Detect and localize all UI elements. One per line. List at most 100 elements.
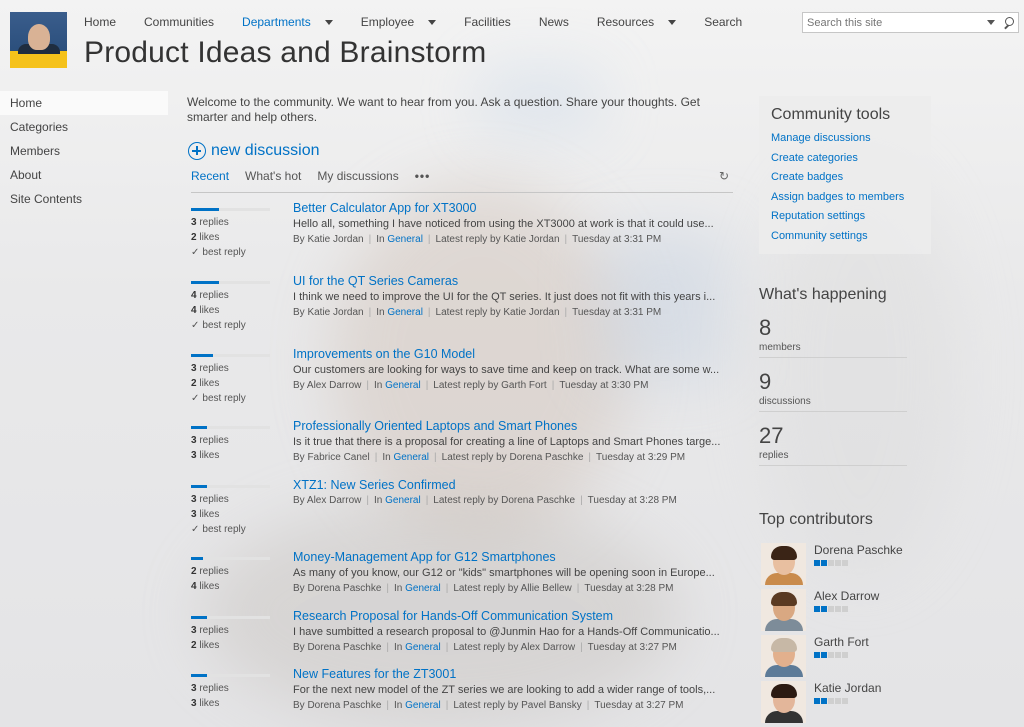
nav-item-search[interactable]: Search (704, 15, 742, 29)
discussion-stats: 4 replies 4 likes ✓ best reply (191, 273, 271, 333)
discussion-title-link[interactable]: Money-Management App for G12 Smartphones (293, 549, 733, 565)
katie-avatar[interactable] (761, 681, 806, 723)
discussion-title-link[interactable]: Research Proposal for Hands-Off Communic… (293, 608, 733, 624)
alex-avatar[interactable] (761, 589, 806, 631)
reputation-pip (835, 560, 841, 566)
stat-discussions: 9 discussions (759, 358, 907, 412)
by-label: By (293, 700, 305, 711)
discussion-title-link[interactable]: New Features for the ZT3001 (293, 666, 733, 682)
more-options-icon[interactable]: ••• (415, 169, 431, 192)
tool-link-community-settings[interactable]: Community settings (771, 227, 919, 247)
search-box[interactable] (802, 12, 1019, 33)
chevron-down-icon[interactable] (668, 19, 677, 25)
reputation-pip (821, 698, 827, 704)
tool-link-create-categories[interactable]: Create categories (771, 149, 919, 169)
latest-reply-author[interactable]: Garth Fort (501, 380, 547, 391)
author-name[interactable]: Dorena Paschke (307, 583, 381, 594)
like-count: 2 likes (191, 638, 271, 653)
garth-avatar[interactable] (761, 635, 806, 677)
search-scope-dropdown-icon[interactable] (987, 20, 995, 25)
contributor-name[interactable]: Garth Fort (814, 635, 869, 649)
tool-link-manage-discussions[interactable]: Manage discussions (771, 129, 919, 149)
author-name[interactable]: Alex Darrow (307, 495, 361, 506)
latest-reply-author[interactable]: Dorena Paschke (501, 495, 575, 506)
contributor-name[interactable]: Dorena Paschke (814, 543, 903, 557)
author-name[interactable]: Dorena Paschke (307, 642, 381, 653)
reply-count-label: replies (199, 494, 229, 505)
leftnav-item-about[interactable]: About (0, 163, 168, 187)
leftnav-item-home[interactable]: Home (0, 91, 168, 115)
chevron-down-icon[interactable] (324, 19, 333, 25)
nav-item-home[interactable]: Home (84, 15, 116, 29)
reputation-pip (828, 652, 834, 658)
dorena-avatar[interactable] (761, 543, 806, 585)
reply-count: 3 replies (191, 433, 271, 448)
by-label: By (293, 642, 305, 653)
discussion-title-link[interactable]: Better Calculator App for XT3000 (293, 200, 733, 216)
latest-reply-author[interactable]: Dorena Paschke (509, 452, 583, 463)
latest-reply-author[interactable]: Allie Bellew (521, 583, 572, 594)
leftnav-item-categories[interactable]: Categories (0, 115, 168, 139)
tool-link-create-badges[interactable]: Create badges (771, 168, 919, 188)
discussion-title-link[interactable]: UI for the QT Series Cameras (293, 273, 733, 289)
category-link[interactable]: General (405, 583, 441, 594)
contributor-name[interactable]: Alex Darrow (814, 589, 879, 603)
author-name[interactable]: Katie Jordan (307, 234, 363, 245)
refresh-icon[interactable]: ↻ (719, 169, 729, 183)
whats-happening-title: What's happening (759, 286, 887, 303)
category-link[interactable]: General (405, 700, 441, 711)
nav-item-news[interactable]: News (539, 15, 569, 29)
discussion-stats: 3 replies 3 likes (191, 666, 271, 711)
category-link[interactable]: General (385, 380, 421, 391)
reply-count-label: replies (199, 683, 229, 694)
reply-count-value: 3 (191, 494, 197, 505)
latest-reply-author[interactable]: Katie Jordan (503, 307, 559, 318)
by-label: By (293, 307, 305, 318)
discussion-content: New Features for the ZT3001 For the next … (293, 666, 733, 714)
community-tools-title: Community tools (771, 106, 891, 123)
latest-reply-author[interactable]: Katie Jordan (503, 234, 559, 245)
category-link[interactable]: General (387, 307, 423, 318)
discussion-title-link[interactable]: XTZ1: New Series Confirmed (293, 477, 733, 493)
search-input[interactable] (803, 16, 981, 29)
discussion-content: XTZ1: New Series Confirmed By Alex Darrow… (293, 477, 733, 509)
discussion-title-link[interactable]: Improvements on the G10 Model (293, 346, 733, 362)
nav-item-resources[interactable]: Resources (597, 15, 677, 29)
activity-bar-fill (191, 485, 207, 488)
contributor-name[interactable]: Katie Jordan (814, 681, 881, 695)
tab-recent[interactable]: Recent (191, 169, 229, 192)
latest-reply-author[interactable]: Alex Darrow (521, 642, 575, 653)
category-link[interactable]: General (393, 452, 429, 463)
leftnav-item-members[interactable]: Members (0, 139, 168, 163)
category-link[interactable]: General (405, 642, 441, 653)
welcome-text: Welcome to the community. We want to hea… (187, 95, 700, 124)
discussion-excerpt: Our customers are looking for ways to sa… (293, 364, 720, 376)
author-name[interactable]: Fabrice Canel (307, 452, 369, 463)
leftnav-item-site-contents[interactable]: Site Contents (0, 187, 168, 211)
nav-item-facilities[interactable]: Facilities (464, 15, 511, 29)
author-name[interactable]: Katie Jordan (307, 307, 363, 318)
tab-my-discussions[interactable]: My discussions (317, 169, 398, 192)
category-link[interactable]: General (387, 234, 423, 245)
in-label: In (376, 234, 385, 245)
tool-link-reputation-settings[interactable]: Reputation settings (771, 207, 919, 227)
nav-item-communities[interactable]: Communities (144, 15, 214, 29)
search-icon[interactable] (1003, 16, 1015, 29)
in-label: In (376, 307, 385, 318)
new-discussion-button[interactable]: new discussion (188, 142, 320, 160)
chevron-down-icon[interactable] (428, 19, 437, 25)
tool-link-assign-badges-to-members[interactable]: Assign badges to members (771, 188, 919, 208)
nav-item-departments[interactable]: Departments (242, 15, 333, 29)
nav-item-employee[interactable]: Employee (361, 15, 437, 29)
tab-what-s-hot[interactable]: What's hot (245, 169, 301, 192)
separator: | (445, 583, 449, 594)
latest-reply-author[interactable]: Pavel Bansky (521, 700, 582, 711)
best-reply-label: best reply (202, 524, 246, 535)
reputation-pip (828, 698, 834, 704)
category-link[interactable]: General (385, 495, 421, 506)
author-name[interactable]: Dorena Paschke (307, 700, 381, 711)
stat-value: 27 (759, 423, 784, 448)
discussion-title-link[interactable]: Professionally Oriented Laptops and Smar… (293, 418, 733, 434)
author-name[interactable]: Alex Darrow (307, 380, 361, 391)
site-logo[interactable] (10, 12, 67, 68)
